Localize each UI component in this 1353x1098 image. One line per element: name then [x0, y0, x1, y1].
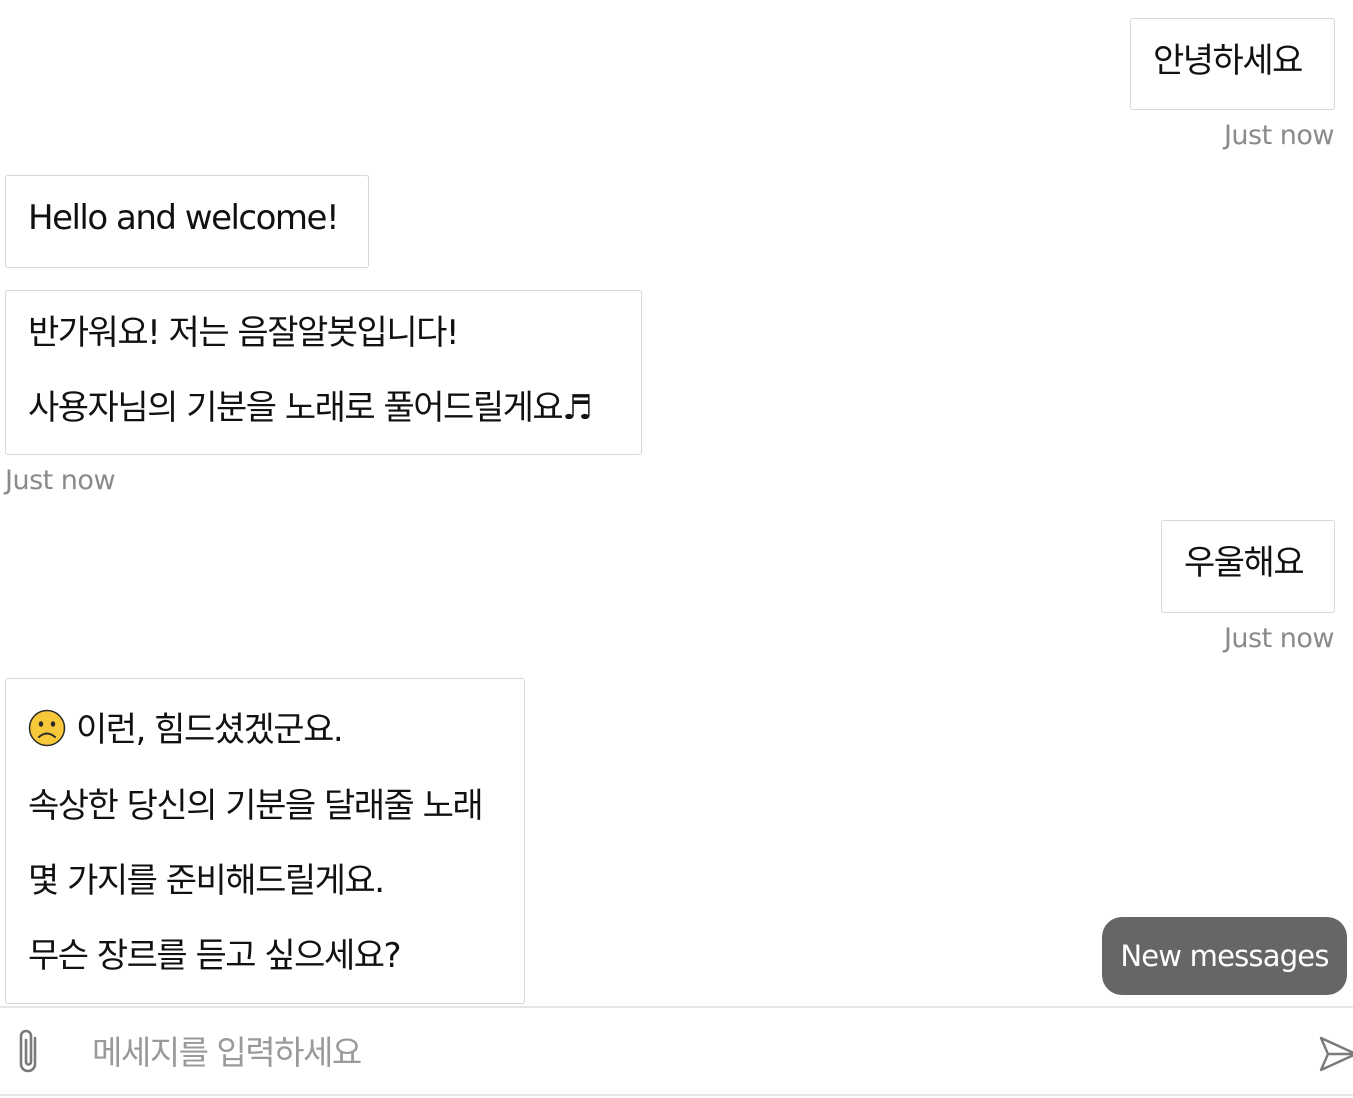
message-timestamp: Just now	[1223, 623, 1335, 654]
new-messages-button[interactable]: New messages	[1102, 917, 1347, 995]
message-text: 이런, 힘드셨겠군요.	[76, 710, 344, 750]
message-text: 사용자님의 기분을 노래로 풀어드릴게요♬	[28, 388, 593, 428]
bot-message-bubble: Hello and welcome!	[5, 175, 369, 268]
message-line: 이런, 힘드셨겠군요.	[28, 709, 344, 750]
message-timestamp: Just now	[1223, 120, 1335, 151]
message-text: Hello and welcome!	[28, 198, 340, 238]
message-text: 몇 가지를 준비해드릴게요.	[28, 861, 385, 901]
chat-transcript: 안녕하세요 Just now Hello and welcome! 반가워요! …	[0, 0, 1353, 1006]
message-text: 무슨 장르를 듣고 싶으세요?	[28, 936, 402, 976]
user-message-bubble: 안녕하세요	[1130, 18, 1335, 110]
send-button[interactable]	[1318, 1032, 1353, 1076]
bot-message-bubble: 이런, 힘드셨겠군요. 속상한 당신의 기분을 달래줄 노래 몇 가지를 준비해…	[5, 678, 525, 1004]
message-input[interactable]	[92, 1020, 1292, 1084]
attach-button[interactable]	[8, 1020, 48, 1084]
paperclip-icon	[19, 1029, 37, 1073]
send-icon	[1319, 1036, 1353, 1072]
user-message-bubble: 우울해요	[1161, 520, 1335, 613]
message-text: 안녕하세요	[1153, 41, 1303, 81]
message-text: 반가워요! 저는 음잘알봇입니다!	[28, 313, 460, 353]
message-text: 속상한 당신의 기분을 달래줄 노래	[28, 786, 484, 826]
message-text: 우울해요	[1184, 543, 1305, 583]
message-composer	[0, 1006, 1353, 1096]
message-timestamp: Just now	[5, 465, 116, 496]
bot-message-bubble: 반가워요! 저는 음잘알봇입니다! 사용자님의 기분을 노래로 풀어드릴게요♬	[5, 290, 642, 455]
slightly-frowning-face-emoji	[28, 709, 66, 747]
